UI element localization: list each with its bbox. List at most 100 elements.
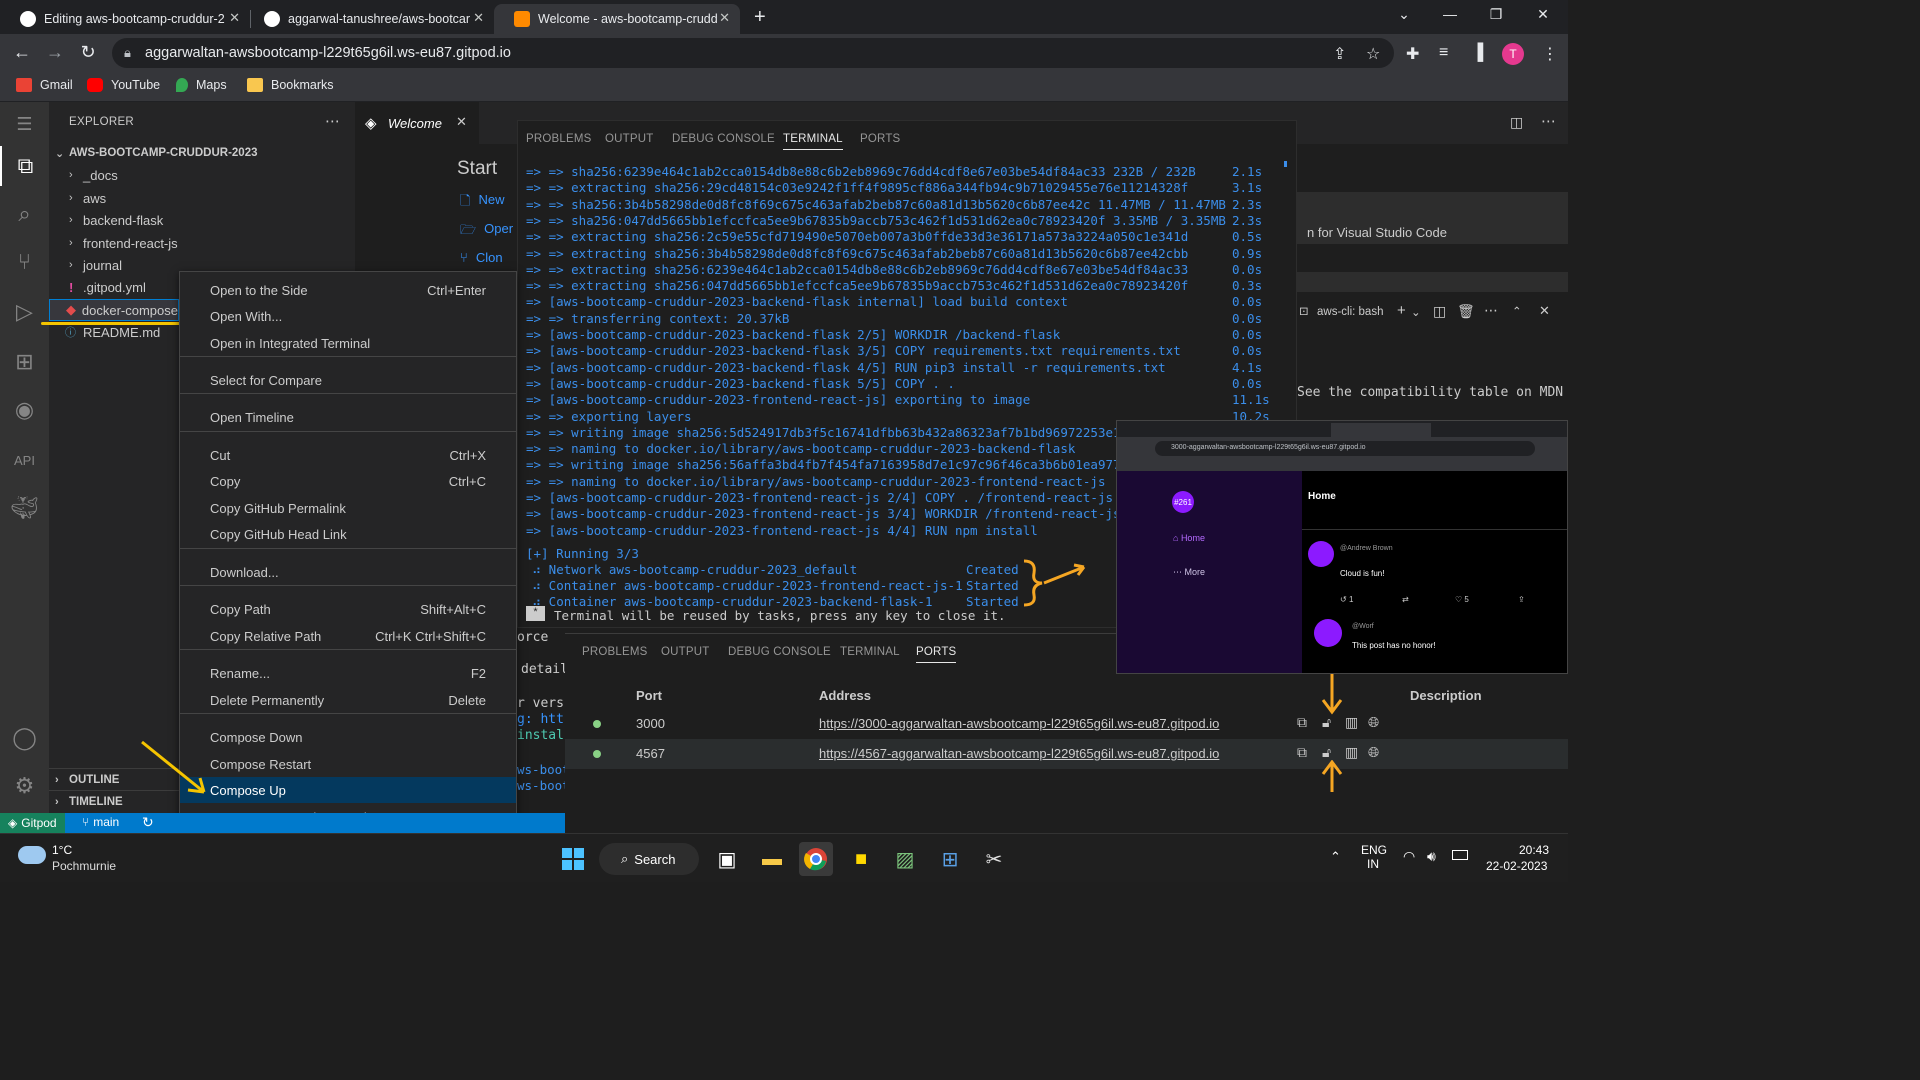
more-actions-icon[interactable]: ⋯ — [325, 112, 340, 130]
more-actions-icon[interactable]: ⋯ — [1541, 112, 1556, 130]
menu-item-open-timeline[interactable]: Open Timeline — [180, 404, 516, 430]
docker-icon[interactable]: 🐳︎ — [0, 488, 49, 528]
panel-tab-debug-console[interactable]: DEBUG CONSOLE — [728, 646, 831, 658]
run-debug-icon[interactable]: ▷ — [0, 292, 49, 332]
menu-item-compose-down[interactable]: Compose Down — [180, 724, 516, 750]
search-icon[interactable]: ⌕ — [0, 194, 49, 234]
browser-tab-1[interactable]: Editing aws-bootcamp-cruddur-2 ✕ — [0, 4, 250, 34]
browser-tab-2[interactable]: aggarwal-tanushree/aws-bootcar ✕ — [244, 4, 494, 34]
photos-app-icon[interactable]: ▨ — [888, 842, 922, 876]
menu-kebab-icon[interactable]: ⋮ — [1542, 44, 1558, 64]
globe-icon[interactable]: 🌐︎ — [1368, 714, 1379, 731]
forward-icon[interactable]: → — [43, 42, 67, 63]
menu-item-open-with[interactable]: Open With... — [180, 303, 516, 329]
more-actions-icon[interactable]: ⋯ — [1484, 302, 1498, 319]
menu-item-open-in-integrated-terminal[interactable]: Open in Integrated Terminal — [180, 330, 516, 356]
gear-icon[interactable]: ⚙ — [0, 766, 49, 806]
close-icon[interactable]: ✕ — [1539, 303, 1550, 319]
address-bar[interactable]: 🔒︎ aggarwaltan-awsbootcamp-l229t65g6il.w… — [112, 38, 1394, 68]
panel-tab-problems[interactable]: PROBLEMS — [526, 133, 592, 145]
tree-item-backend-flask[interactable]: › backend-flask — [49, 209, 355, 231]
menu-item-copy-path[interactable]: Copy Path Shift+Alt+C — [180, 596, 516, 622]
menu-item-open-to-the-side[interactable]: Open to the Side Ctrl+Enter — [180, 277, 516, 303]
panel-tab-problems[interactable]: PROBLEMS — [582, 646, 648, 658]
tray-chevron-up-icon[interactable]: ⌃ — [1330, 849, 1341, 865]
menu-item-download[interactable]: Download... — [180, 559, 516, 585]
close-tab-icon[interactable]: ✕ — [719, 10, 730, 26]
source-control-icon[interactable]: ⑂ — [0, 242, 49, 282]
sync-icon[interactable]: ↻ — [142, 814, 154, 831]
tree-item-frontend-react-js[interactable]: › frontend-react-js — [49, 232, 355, 254]
start-link-new[interactable]: 🗋︎ New — [460, 192, 504, 214]
share-icon[interactable]: ⇪ — [1333, 44, 1346, 64]
tree-item-docs[interactable]: › _docs — [49, 164, 355, 186]
api-icon[interactable]: API — [0, 440, 49, 480]
bookmark-youtube[interactable]: YouTube — [87, 78, 160, 92]
terminal-name[interactable]: aws-cli: bash — [1317, 306, 1383, 318]
gitpod-status[interactable]: ◈ Gitpod — [0, 813, 65, 833]
panel-tab-output[interactable]: OUTPUT — [661, 646, 709, 658]
chevron-up-icon[interactable]: ⌃ — [1512, 304, 1522, 318]
port-row[interactable]: 3000 https://3000-aggarwaltan-awsbootcam… — [565, 709, 1568, 739]
language-indicator[interactable]: ENG IN — [1361, 843, 1387, 871]
menu-item-delete-permanently[interactable]: Delete Permanently Delete — [180, 687, 516, 713]
preview-icon[interactable]: ▥ — [1345, 744, 1358, 761]
profile-avatar[interactable]: T — [1502, 43, 1524, 65]
port-address-link[interactable]: https://4567-aggarwaltan-awsbootcamp-l22… — [819, 746, 1219, 761]
back-icon[interactable]: ← — [10, 42, 34, 63]
trash-icon[interactable]: 🗑︎ — [1457, 303, 1475, 320]
side-panel-icon[interactable]: ▐ — [1472, 44, 1483, 62]
menu-item-copy-relative-path[interactable]: Copy Relative Path Ctrl+K Ctrl+Shift+C — [180, 623, 516, 649]
port-address-link[interactable]: https://3000-aggarwaltan-awsbootcamp-l22… — [819, 716, 1219, 731]
panel-tab-output[interactable]: OUTPUT — [605, 133, 653, 145]
chevron-down-icon[interactable]: ⌄ — [1411, 305, 1421, 319]
panel-tab-ports[interactable]: PORTS — [916, 646, 957, 663]
weather-temp[interactable]: 1°C — [52, 843, 72, 857]
copy-icon[interactable]: ⧉ — [1297, 744, 1307, 761]
maximize-icon[interactable]: ❐ — [1483, 6, 1509, 23]
split-editor-icon[interactable]: ◫ — [1510, 114, 1523, 131]
close-icon[interactable]: ✕ — [456, 114, 467, 130]
close-tab-icon[interactable]: ✕ — [473, 10, 484, 26]
network-app-icon[interactable]: ⊞ — [933, 842, 967, 876]
tab-search-icon[interactable]: ⌄ — [1391, 6, 1417, 23]
unlock-icon[interactable]: 🔓︎ — [1322, 744, 1331, 761]
bookmark-folder[interactable]: Bookmarks — [247, 78, 334, 92]
explorer-root-folder[interactable]: ⌄ AWS-BOOTCAMP-CRUDDUR-2023 — [49, 142, 355, 164]
menu-item-compose-restart[interactable]: Compose Restart — [180, 751, 516, 777]
chrome-icon[interactable] — [799, 842, 833, 876]
volume-icon[interactable]: 🔊︎ — [1427, 848, 1436, 865]
bookmark-maps[interactable]: Maps — [176, 78, 227, 92]
panel-tab-debug-console[interactable]: DEBUG CONSOLE — [672, 133, 775, 145]
close-tab-icon[interactable]: ✕ — [229, 10, 240, 26]
start-link-open[interactable]: 🗁︎ Oper — [460, 221, 513, 243]
sticky-notes-icon[interactable]: ■ — [844, 842, 878, 876]
menu-item-copy-github-head-link[interactable]: Copy GitHub Head Link — [180, 521, 516, 547]
menu-item-select-for-compare[interactable]: Select for Compare — [180, 367, 516, 393]
menu-item-cut[interactable]: Cut Ctrl+X — [180, 442, 516, 468]
tree-item-docker-compose[interactable]: ◆ docker-compose — [49, 299, 179, 321]
explorer-icon[interactable]: ⧉ — [0, 146, 49, 186]
browser-tab-3[interactable]: Welcome - aws-bootcamp-crudd ✕ — [494, 4, 740, 34]
weather-place[interactable]: Pochmurnie — [52, 859, 116, 873]
bookmark-gmail[interactable]: Gmail — [16, 78, 73, 92]
file-explorer-icon[interactable]: ▬ — [755, 842, 789, 876]
reload-icon[interactable]: ↻ — [76, 42, 100, 63]
menu-item-copy[interactable]: Copy Ctrl+C — [180, 468, 516, 494]
new-tab-button[interactable]: + — [754, 6, 766, 29]
menu-item-compose-up[interactable]: Compose Up — [180, 777, 516, 803]
windows-start-icon[interactable] — [556, 842, 590, 876]
globe-icon[interactable]: 🌐︎ — [1368, 744, 1379, 761]
menu-icon[interactable]: ☰ — [0, 104, 49, 144]
copy-icon[interactable]: ⧉ — [1297, 714, 1307, 731]
menu-item-copy-github-permalink[interactable]: Copy GitHub Permalink — [180, 495, 516, 521]
wifi-icon[interactable]: ◠ — [1403, 848, 1415, 865]
extensions-icon[interactable]: ⊞ — [0, 342, 49, 382]
close-window-icon[interactable]: ✕ — [1530, 6, 1556, 23]
tree-item-aws[interactable]: › aws — [49, 187, 355, 209]
panel-tab-terminal[interactable]: TERMINAL — [840, 646, 900, 658]
taskbar-search[interactable]: ⌕ Search — [599, 843, 699, 875]
clock-date[interactable]: 22-02-2023 — [1486, 859, 1547, 873]
battery-icon[interactable] — [1452, 850, 1468, 860]
bookmark-star-icon[interactable]: ☆ — [1366, 44, 1380, 64]
